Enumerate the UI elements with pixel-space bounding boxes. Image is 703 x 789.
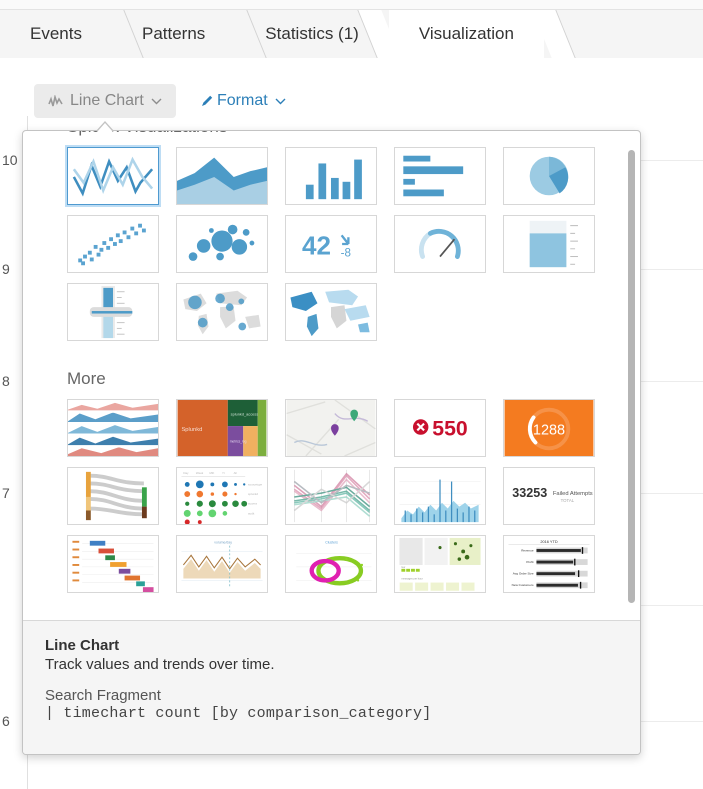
visualization-info-panel: Line Chart Track values and trends over … — [23, 620, 640, 754]
viz-thumb-choropleth-map[interactable] — [285, 283, 377, 341]
viz-toolbar: Line Chart Format — [0, 58, 703, 118]
tab-label: Patterns — [141, 24, 206, 43]
svg-text:Day: Day — [183, 471, 189, 475]
visualization-picker-label: Line Chart — [70, 92, 144, 109]
splunk-visualizations-grid: 42 -8 — [23, 147, 640, 351]
svg-text:Yr: Yr — [222, 471, 225, 475]
svg-text:2016 YTD: 2016 YTD — [540, 540, 558, 544]
svg-text:Splunkd: Splunkd — [181, 427, 202, 433]
svg-text:access: access — [248, 502, 258, 506]
viz-thumb-line-chart[interactable] — [67, 147, 159, 205]
section-header-more: More — [67, 369, 106, 388]
viz-thumb-bar-chart[interactable] — [394, 147, 486, 205]
svg-text:TOTAL: TOTAL — [561, 498, 575, 503]
viz-thumb-status-gauge[interactable]: 1288 — [503, 399, 595, 457]
svg-text:Mth: Mth — [209, 471, 214, 475]
svg-text:Revenue: Revenue — [521, 548, 534, 552]
viz-thumb-timeline-sparkline[interactable] — [394, 467, 486, 525]
viz-picker-screen: 10 9 8 7 6 Events Patterns Statistics (1… — [0, 0, 703, 789]
svg-text:1288: 1288 — [533, 423, 565, 439]
viz-thumb-bubble-chart[interactable] — [176, 215, 268, 273]
viz-thumb-cluster-scatter[interactable]: Clusters — [285, 535, 377, 593]
svg-text:low: low — [401, 566, 405, 569]
viz-thumb-forecast-chart[interactable]: volume/day — [176, 535, 268, 593]
viz-thumb-column-chart[interactable] — [285, 147, 377, 205]
viz-thumb-cluster-map[interactable] — [176, 283, 268, 341]
viz-thumb-calendar-heatmap[interactable]: low messages per hour — [394, 535, 486, 593]
search-fragment-label: Search Fragment — [45, 687, 161, 704]
viz-thumb-sankey-diagram[interactable] — [67, 467, 159, 525]
tab-label: Visualization — [418, 24, 514, 43]
svg-text:sourcetype: sourcetype — [248, 482, 262, 486]
visualization-picker-button[interactable]: Line Chart — [34, 84, 176, 118]
viz-thumb-single-value-total[interactable]: 33253 Failed Attempts TOTAL — [503, 467, 595, 525]
chevron-down-icon — [275, 94, 286, 108]
y-axis-tick: 8 — [2, 373, 10, 389]
visualization-picker-popup: Splunk Visualizations — [22, 130, 641, 755]
svg-text:New Customers: New Customers — [512, 583, 534, 587]
viz-thumb-treemap[interactable]: Splunkd splunkd_access metrics_log — [176, 399, 268, 457]
chevron-down-icon — [151, 94, 162, 108]
viz-thumb-fill-gauge[interactable] — [503, 215, 595, 273]
svg-text:volume/day: volume/day — [214, 541, 232, 545]
viz-thumb-gantt-chart[interactable] — [67, 535, 159, 593]
viz-thumb-location-tracker[interactable] — [285, 399, 377, 457]
info-description: Track values and trends over time. — [45, 656, 275, 673]
svg-text:33253: 33253 — [512, 486, 547, 500]
tab-label: Events — [30, 24, 82, 43]
viz-thumb-punchcard[interactable]: Day Week Mth Yr All sourcetype splunkd acces… — [176, 467, 268, 525]
picker-scrollbar-track[interactable] — [627, 133, 639, 617]
tab-events[interactable]: Events — [0, 10, 144, 58]
svg-text:Week: Week — [196, 471, 204, 475]
svg-text:audit: audit — [248, 511, 254, 515]
viz-thumb-area-chart[interactable] — [176, 147, 268, 205]
viz-thumb-parallel-coordinates[interactable] — [285, 467, 377, 525]
svg-text:Profit: Profit — [526, 560, 533, 564]
svg-text:550: 550 — [432, 417, 467, 441]
svg-text:Avg Order Size: Avg Order Size — [513, 572, 534, 576]
section-header-splunk-visualizations: Splunk Visualizations — [23, 131, 640, 147]
viz-thumb-radial-gauge[interactable] — [394, 215, 486, 273]
window-top-strip — [0, 0, 703, 10]
viz-thumb-horizon-chart[interactable] — [67, 399, 159, 457]
svg-text:Failed Attempts: Failed Attempts — [553, 491, 593, 497]
spark-line-icon — [48, 93, 63, 108]
svg-text:Clusters: Clusters — [325, 541, 338, 545]
pencil-icon — [200, 94, 214, 108]
viz-thumb-marker-gauge[interactable] — [67, 283, 159, 341]
more-visualizations-grid: Splunkd splunkd_access metrics_log 550 1… — [23, 399, 640, 603]
search-fragment-value: | timechart count [by comparison_categor… — [45, 705, 432, 722]
svg-text:messages per hour: messages per hour — [401, 577, 423, 580]
tab-list: Events Patterns Statistics (1) Visualiza… — [0, 10, 576, 58]
viz-thumb-status-indicator[interactable]: 550 — [394, 399, 486, 457]
info-title: Line Chart — [45, 637, 120, 654]
viz-thumb-scatter-chart[interactable] — [67, 215, 159, 273]
visualization-scroll-area[interactable]: Splunk Visualizations — [23, 131, 640, 619]
svg-text:splunkd_access: splunkd_access — [231, 412, 259, 416]
svg-text:metrics_log: metrics_log — [230, 439, 247, 443]
tab-bar: Events Patterns Statistics (1) Visualiza… — [0, 0, 703, 58]
svg-text:splunkd: splunkd — [248, 492, 258, 496]
picker-scrollbar-thumb[interactable] — [627, 149, 636, 604]
y-axis-tick: 9 — [2, 261, 10, 277]
svg-text:All: All — [234, 471, 238, 475]
y-axis-tick: 6 — [2, 713, 10, 729]
viz-thumb-bullet-graph[interactable]: 2016 YTD Revenue Profit Avg Order Size New… — [503, 535, 595, 593]
popup-pointer-arrow — [96, 121, 114, 132]
viz-thumb-pie-chart[interactable] — [503, 147, 595, 205]
y-axis-tick: 7 — [2, 485, 10, 501]
format-menu-label: Format — [217, 92, 268, 109]
viz-thumb-single-value[interactable]: 42 -8 — [285, 215, 377, 273]
y-axis-tick: 10 — [2, 152, 18, 168]
tab-label: Statistics (1) — [265, 24, 359, 43]
format-menu-button[interactable]: Format — [200, 84, 286, 118]
svg-text:-8: -8 — [341, 248, 351, 260]
tab-visualization[interactable]: Visualization — [357, 10, 576, 58]
svg-text:42: 42 — [302, 231, 331, 261]
